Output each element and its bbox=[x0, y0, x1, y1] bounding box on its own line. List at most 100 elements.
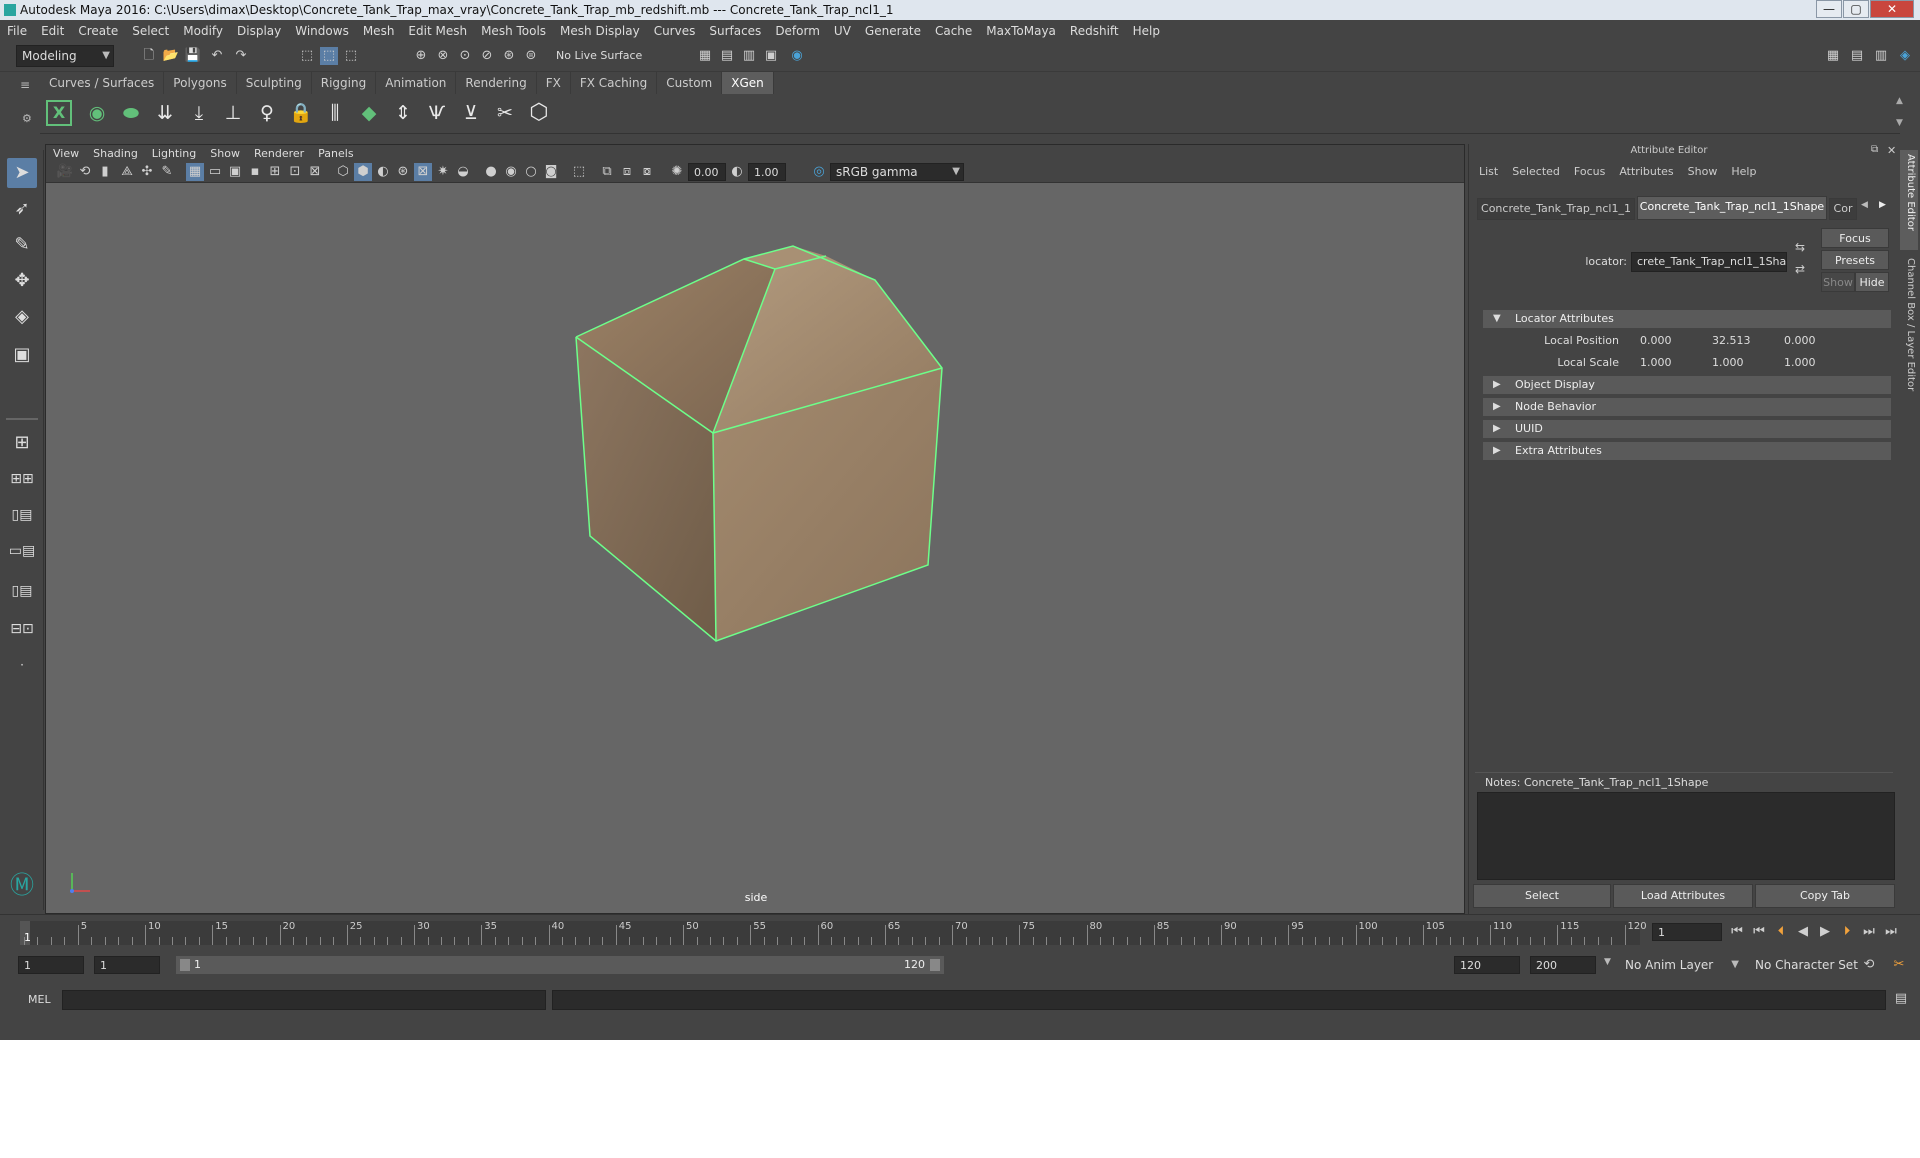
xgen-hex-icon[interactable]: ⬡ bbox=[524, 98, 554, 128]
redo-icon[interactable]: ↷ bbox=[232, 47, 250, 65]
textured-icon[interactable]: ⊠ bbox=[414, 163, 432, 181]
viewport-menu-panels[interactable]: Panels bbox=[311, 146, 360, 162]
camera-attributes-icon[interactable]: ⟲ bbox=[76, 163, 94, 181]
gamma-icon[interactable]: ◐ bbox=[728, 163, 746, 181]
ae-menu-list[interactable]: List bbox=[1479, 165, 1512, 178]
chevron-down-icon[interactable]: ▼ bbox=[1604, 957, 1611, 967]
motion-blur-icon[interactable]: ◉ bbox=[502, 163, 520, 181]
select-tool-icon[interactable]: ➤ bbox=[7, 158, 37, 188]
snap-view-icon[interactable]: ⊘ bbox=[478, 47, 496, 65]
hypershade-layout-icon[interactable]: ▯▤ bbox=[7, 576, 37, 606]
menu-generate[interactable]: Generate bbox=[858, 20, 928, 42]
tool-settings-icon[interactable]: ▥ bbox=[1872, 47, 1890, 65]
field-chart-icon[interactable]: ⊞ bbox=[266, 163, 284, 181]
ae-menu-show[interactable]: Show bbox=[1688, 165, 1732, 178]
sculpt-guide-icon[interactable]: ⊥ bbox=[218, 98, 248, 128]
playback-end-field[interactable]: 120 bbox=[1454, 956, 1520, 974]
node-behavior-section[interactable]: ▶ Node Behavior bbox=[1483, 398, 1891, 416]
uv-layout-icon[interactable]: ⊟⊡ bbox=[7, 614, 37, 644]
xray-components-icon[interactable]: ⧇ bbox=[638, 163, 656, 181]
shelf-tab-curves-surfaces[interactable]: Curves / Surfaces bbox=[40, 72, 165, 94]
ae-menu-selected[interactable]: Selected bbox=[1512, 165, 1574, 178]
play-backward-icon[interactable]: ◀ bbox=[1794, 923, 1812, 941]
shelf-tab-animation[interactable]: Animation bbox=[376, 72, 457, 94]
viewport-canvas[interactable]: side bbox=[46, 183, 1464, 913]
focus-button[interactable]: Focus bbox=[1821, 228, 1889, 248]
redshift-icon[interactable]: ◉ bbox=[788, 47, 806, 65]
lock-guide-icon[interactable]: 🔒 bbox=[286, 98, 316, 128]
side-tab-channel-box[interactable]: Channel Box / Layer Editor bbox=[1900, 254, 1918, 400]
ae-menu-focus[interactable]: Focus bbox=[1574, 165, 1619, 178]
close-button[interactable]: ✕ bbox=[1870, 0, 1914, 18]
notes-textarea[interactable] bbox=[1477, 792, 1895, 880]
guide-layers-icon[interactable]: ◆ bbox=[354, 98, 384, 128]
shelf-menu-icon[interactable]: ≡ bbox=[20, 78, 30, 92]
select-guide-icon[interactable]: ♀ bbox=[252, 98, 282, 128]
copy-tab-button[interactable]: Copy Tab bbox=[1755, 884, 1895, 908]
live-surface-label[interactable]: No Live Surface bbox=[556, 47, 642, 65]
fur-length-icon[interactable]: ⊻ bbox=[456, 98, 486, 128]
menu-uv[interactable]: UV bbox=[827, 20, 858, 42]
menu-set-dropdown[interactable]: Modeling ▼ bbox=[16, 45, 114, 67]
viewport-menu-view[interactable]: View bbox=[46, 146, 86, 162]
node-icon-b[interactable]: ⇄ bbox=[1795, 262, 1805, 276]
float-panel-icon[interactable]: ⧉ bbox=[1871, 144, 1878, 155]
default-material-icon[interactable]: ◐ bbox=[374, 163, 392, 181]
local-scale-z-field[interactable]: 1.000 bbox=[1779, 354, 1847, 372]
menu-mesh-tools[interactable]: Mesh Tools bbox=[474, 20, 553, 42]
select-button[interactable]: Select bbox=[1473, 884, 1611, 908]
end-time-field[interactable]: 200 bbox=[1530, 956, 1596, 974]
shelf-scroll-down-icon[interactable]: ▼ bbox=[1896, 118, 1903, 128]
resolution-gate-icon[interactable]: ▣ bbox=[226, 163, 244, 181]
local-position-x-field[interactable]: 0.000 bbox=[1635, 332, 1703, 350]
multisample-aa-icon[interactable]: ○ bbox=[522, 163, 540, 181]
menu-redshift[interactable]: Redshift bbox=[1063, 20, 1126, 42]
grid-icon[interactable]: ▦ bbox=[186, 163, 204, 181]
gate-mask-icon[interactable]: ▪ bbox=[246, 163, 264, 181]
node-name-field[interactable]: crete_Tank_Trap_ncl1_1Shape bbox=[1631, 252, 1787, 272]
go-to-end-icon[interactable]: ⏭ bbox=[1882, 923, 1900, 941]
undo-icon[interactable]: ↶ bbox=[208, 47, 226, 65]
lasso-tool-icon[interactable]: ➶ bbox=[7, 194, 37, 224]
range-slider[interactable]: 1 120 bbox=[176, 956, 944, 974]
tab-scroll-left-icon[interactable]: ◀ bbox=[1861, 200, 1868, 210]
step-back-key-icon[interactable]: ⏮ bbox=[1750, 923, 1768, 941]
snap-surface-icon[interactable]: ⊛ bbox=[500, 47, 518, 65]
color-management-icon[interactable]: ◎ bbox=[810, 163, 828, 181]
place-guide-icon[interactable]: ⇊ bbox=[150, 98, 180, 128]
screen-space-ao-icon[interactable]: ● bbox=[482, 163, 500, 181]
viewport-menu-shading[interactable]: Shading bbox=[86, 146, 145, 162]
new-scene-icon[interactable]: 🗋 bbox=[140, 47, 158, 65]
ae-menu-help[interactable]: Help bbox=[1731, 165, 1756, 178]
snap-grid-icon[interactable]: ⊕ bbox=[412, 47, 430, 65]
ae-tab-shape[interactable]: Concrete_Tank_Trap_ncl1_1Shape bbox=[1637, 196, 1827, 220]
guide-length-icon[interactable]: ⫼ bbox=[320, 98, 350, 128]
gamma-field[interactable]: 1.00 bbox=[748, 163, 786, 181]
attribute-editor-toggle-icon[interactable]: ▤ bbox=[1848, 47, 1866, 65]
shelf-tab-rigging[interactable]: Rigging bbox=[312, 72, 377, 94]
menu-mesh-display[interactable]: Mesh Display bbox=[553, 20, 647, 42]
playback-start-field[interactable]: 1 bbox=[94, 956, 160, 974]
extra-attributes-section[interactable]: ▶ Extra Attributes bbox=[1483, 442, 1891, 460]
xray-joints-icon[interactable]: ⧈ bbox=[618, 163, 636, 181]
menu-maxtomaya[interactable]: MaxToMaya bbox=[979, 20, 1063, 42]
local-scale-x-field[interactable]: 1.000 bbox=[1635, 354, 1703, 372]
shelf-tab-fx[interactable]: FX bbox=[537, 72, 571, 94]
tab-scroll-right-icon[interactable]: ▶ bbox=[1879, 200, 1886, 210]
menu-deform[interactable]: Deform bbox=[768, 20, 827, 42]
ae-tab-transform[interactable]: Concrete_Tank_Trap_ncl1_1 bbox=[1477, 198, 1635, 220]
fur-comb-icon[interactable]: Ѱ bbox=[422, 98, 452, 128]
save-scene-icon[interactable]: 💾 bbox=[184, 47, 202, 65]
film-gate-icon[interactable]: ▭ bbox=[206, 163, 224, 181]
ipr-render-icon[interactable]: ▥ bbox=[740, 47, 758, 65]
local-scale-y-field[interactable]: 1.000 bbox=[1707, 354, 1775, 372]
viewport-menu-renderer[interactable]: Renderer bbox=[247, 146, 311, 162]
menu-surfaces[interactable]: Surfaces bbox=[702, 20, 768, 42]
shelf-settings-icon[interactable]: ⚙ bbox=[22, 112, 32, 125]
bookmark-icon[interactable]: ▮ bbox=[96, 163, 114, 181]
menu-cache[interactable]: Cache bbox=[928, 20, 979, 42]
wireframe-icon[interactable]: ⬡ bbox=[334, 163, 352, 181]
menu-file[interactable]: File bbox=[0, 20, 34, 42]
grease-pencil-icon[interactable]: ✎ bbox=[158, 163, 176, 181]
anim-layer-dropdown[interactable]: No Anim Layer ▼ bbox=[1620, 956, 1742, 976]
